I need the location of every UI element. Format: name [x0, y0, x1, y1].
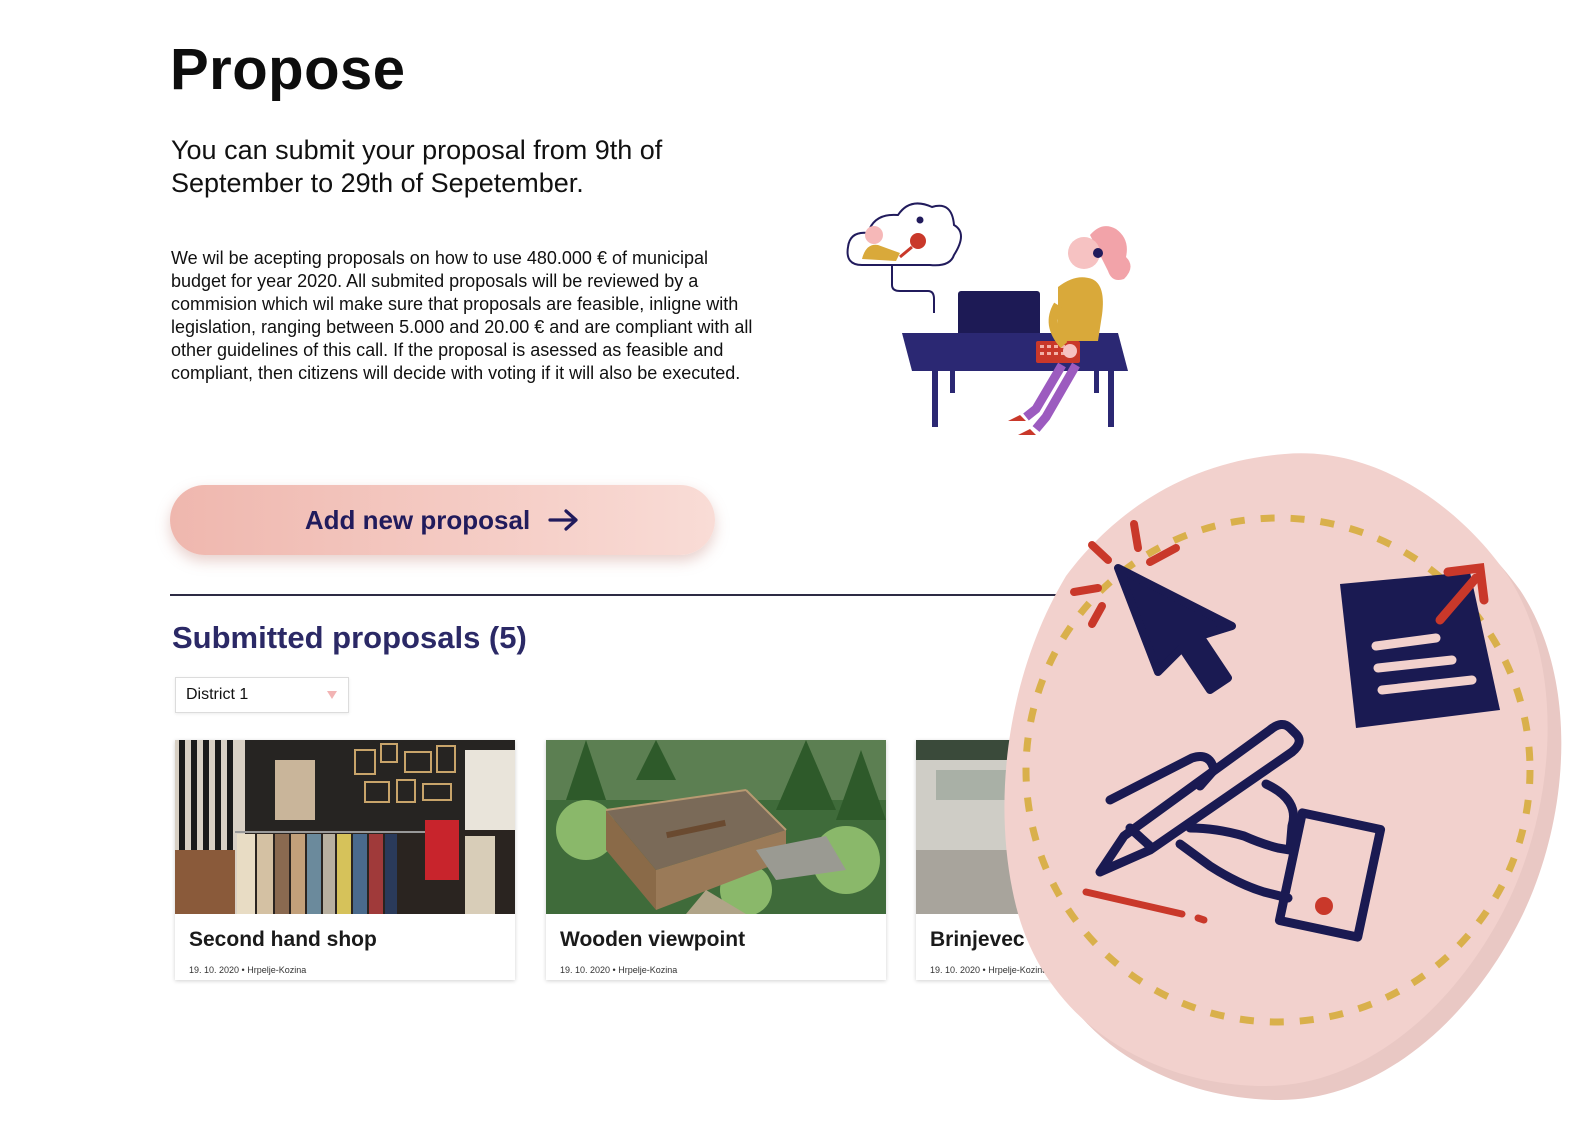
arrow-right-icon — [548, 509, 578, 531]
district-filter-value: District 1 — [186, 686, 249, 703]
add-new-proposal-label: Add new proposal — [304, 504, 531, 535]
proposal-card-title: Wooden viewpoint — [560, 928, 746, 951]
proposal-card-meta: 19. 10. 2020 • Hrpelje-Kozina — [189, 965, 307, 975]
proposal-card[interactable]: Wooden viewpoint 19. 10. 2020 • Hrpelje-… — [546, 740, 886, 980]
forest-deck-photo — [546, 740, 886, 914]
intro-paragraph: We wil be acepting proposals on how to u… — [171, 248, 753, 383]
submission-period-headline: You can submit your proposal from 9th of… — [171, 135, 663, 198]
decorative-blob-illustration — [1004, 453, 1562, 1100]
add-new-proposal-button[interactable]: Add new proposal — [170, 485, 715, 555]
proposal-card[interactable]: Second hand shop 19. 10. 2020 • Hrpelje-… — [175, 740, 515, 980]
person-at-computer-illustration — [846, 202, 1131, 435]
submitted-proposals-title: Submitted proposals (5) — [172, 620, 527, 655]
page-title: Propose — [170, 37, 406, 102]
district-filter-select[interactable]: District 1 — [175, 677, 349, 713]
proposal-card-meta: 19. 10. 2020 • Hrpelje-Kozina — [560, 965, 678, 975]
proposal-card-title: Second hand shop — [189, 928, 377, 951]
clothing-store-photo — [175, 740, 515, 914]
section-divider — [170, 594, 1090, 596]
caret-down-icon — [327, 691, 337, 699]
